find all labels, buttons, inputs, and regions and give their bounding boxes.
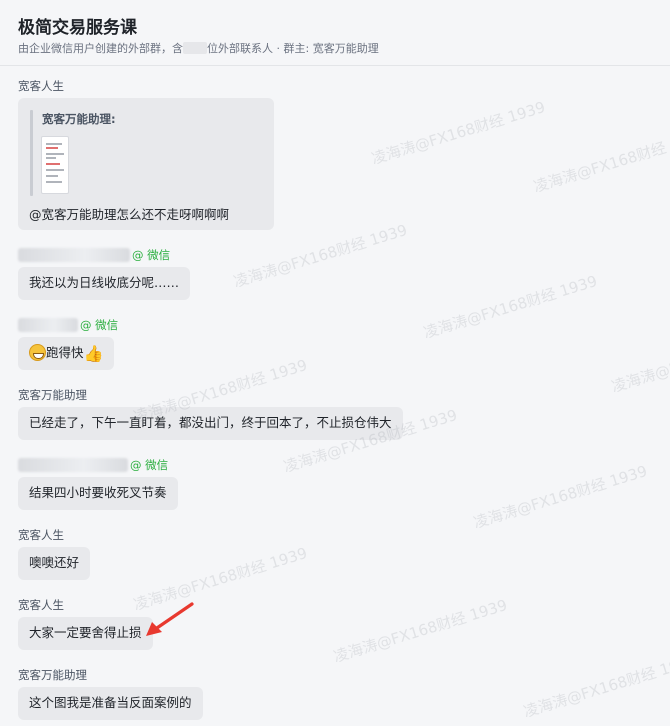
watermark: 凌海涛@FX168财经 1939 <box>521 650 670 721</box>
subtitle-pre: 由企业微信用户创建的外部群，含 <box>18 42 183 55</box>
message-bubble[interactable]: 大家一定要舍得止损 <box>18 617 153 650</box>
watermark: 凌海涛@FX168财经 1939 <box>609 326 670 396</box>
redacted-sender-name <box>18 318 78 332</box>
message-item: 宽客万能助理 这个图我是准备当反面案例的 <box>18 667 203 720</box>
sender-name[interactable]: 宽客人生 <box>18 597 153 613</box>
subtitle-post: 位外部联系人 · 群主: 宽客万能助理 <box>207 42 379 55</box>
message-bubble[interactable]: 这个图我是准备当反面案例的 <box>18 687 203 720</box>
message-text: @宽客万能助理怎么还不走呀啊啊啊 <box>29 207 230 222</box>
quote-bar <box>30 110 33 196</box>
thumbs-up-icon: 👍 <box>83 344 104 363</box>
chat-header: 极简交易服务课 由企业微信用户创建的外部群，含 位外部联系人 · 群主: 宽客万能… <box>0 0 670 66</box>
message-item: 宽客人生 噢噢还好 <box>18 527 91 580</box>
sender-name[interactable]: @ 微信 <box>18 247 190 263</box>
chat-subtitle: 由企业微信用户创建的外部群，含 位外部联系人 · 群主: 宽客万能助理 <box>18 40 379 56</box>
sender-name[interactable]: 宽客人生 <box>18 78 274 94</box>
redacted-sender-name <box>18 248 130 262</box>
message-item: 宽客人生 宽客万能助理: @宽客万能助理怎么还不走呀啊啊啊 <box>18 78 274 230</box>
watermark: 凌海涛@FX168财经 1939 <box>421 271 600 342</box>
sender-name[interactable]: @ 微信 <box>18 457 178 473</box>
wechat-tag: @ 微信 <box>130 458 169 472</box>
grin-emoji-icon <box>29 344 46 361</box>
wechat-tag: @ 微信 <box>132 248 171 262</box>
message-item: @ 微信 我还以为日线收底分呢…… <box>18 247 191 300</box>
message-text: 跑得快 <box>46 345 84 360</box>
message-bubble[interactable]: 噢噢还好 <box>18 547 91 580</box>
redacted-sender-name <box>18 458 128 472</box>
message-item: 宽客人生 大家一定要舍得止损 <box>18 597 153 650</box>
watermark: 凌海涛@FX168财经 1939 <box>231 220 410 291</box>
watermark: 凌海涛@FX168财经 1939 <box>531 125 670 196</box>
redacted-count <box>183 42 207 54</box>
sender-name[interactable]: 宽客人生 <box>18 527 90 543</box>
wechat-tag: @ 微信 <box>80 318 119 332</box>
watermark: 凌海涛@FX168财经 1939 <box>471 461 650 532</box>
message-item: @ 微信 跑得快👍 <box>18 317 118 370</box>
message-item: 宽客万能助理 已经走了，下午一直盯着，都没出门，终于回本了，不止损仓伟大 <box>18 387 403 440</box>
chat-title: 极简交易服务课 <box>18 18 137 38</box>
quote-bubble[interactable]: 宽客万能助理: @宽客万能助理怎么还不走呀啊啊啊 <box>18 98 274 230</box>
sender-name[interactable]: 宽客万能助理 <box>18 667 203 683</box>
message-bubble[interactable]: 我还以为日线收底分呢…… <box>18 267 191 300</box>
quote-sender: 宽客万能助理: <box>42 112 116 126</box>
sender-name[interactable]: @ 微信 <box>18 317 118 333</box>
watermark: 凌海涛@FX168财经 1939 <box>331 595 510 666</box>
message-bubble[interactable]: 结果四小时要收死叉节奏 <box>18 477 178 510</box>
message-bubble[interactable]: 已经走了，下午一直盯着，都没出门，终于回本了，不止损仓伟大 <box>18 407 403 440</box>
quoted-image-thumbnail[interactable] <box>41 136 69 194</box>
message-item: @ 微信 结果四小时要收死叉节奏 <box>18 457 178 510</box>
annotation-arrow-icon <box>146 602 194 636</box>
watermark: 凌海涛@FX168财经 1939 <box>369 97 548 168</box>
sender-name[interactable]: 宽客万能助理 <box>18 387 403 403</box>
message-bubble[interactable]: 跑得快👍 <box>18 337 115 370</box>
